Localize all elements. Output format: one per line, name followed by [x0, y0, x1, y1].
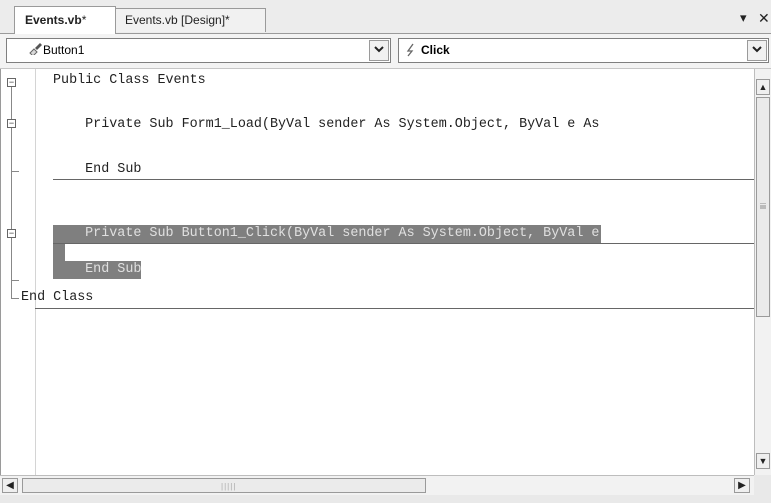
horizontal-scroll-thumb[interactable]: |||||	[22, 478, 426, 493]
object-combo[interactable]: Button1	[6, 38, 391, 63]
lightning-event-icon	[405, 43, 417, 60]
horizontal-scrollbar[interactable]: ◀ ||||| ▶	[0, 475, 754, 495]
dirty-marker: *	[81, 13, 87, 27]
code-line-selected[interactable]: End Sub	[53, 261, 142, 279]
button-control-icon	[29, 43, 43, 58]
procedure-separator	[53, 179, 755, 180]
indicator-margin-divider	[35, 69, 36, 475]
event-combo-value: Click	[421, 43, 450, 57]
tab-label: Events.vb [Design]*	[125, 13, 230, 27]
scroll-right-icon[interactable]: ▶	[734, 478, 750, 493]
code-line[interactable]: End Class	[21, 289, 93, 307]
close-tab-icon[interactable]: ✕	[758, 10, 770, 27]
tab-list-dropdown-icon[interactable]: ▾	[740, 10, 747, 26]
collapse-form1-load-icon[interactable]: −	[7, 119, 16, 128]
document-tab-strip: Events.vb* Events.vb [Design]* ▾ ✕	[0, 0, 771, 34]
collapse-button1-click-icon[interactable]: −	[7, 229, 16, 238]
outline-class-end-tick	[11, 298, 19, 299]
procedure-separator	[53, 243, 755, 244]
outline-sub-end-tick	[11, 280, 19, 281]
code-line[interactable]: End Sub	[53, 161, 141, 179]
code-line-selected[interactable]: Private Sub Button1_Click(ByVal sender A…	[53, 225, 602, 243]
vertical-scroll-thumb[interactable]	[756, 97, 770, 317]
object-combo-dropdown-icon[interactable]	[369, 40, 389, 61]
vertical-scrollbar[interactable]: ▲ ▼	[754, 69, 771, 475]
scroll-down-icon[interactable]: ▼	[756, 453, 770, 469]
outline-sub-end-tick	[11, 171, 19, 172]
bottom-strip	[0, 495, 771, 503]
code-line[interactable]: Private Sub Form1_Load(ByVal sender As S…	[53, 116, 599, 134]
tab-label: Events.vb	[25, 13, 82, 27]
tab-events-vb[interactable]: Events.vb*	[14, 6, 116, 34]
event-combo[interactable]: Click	[398, 38, 769, 63]
grip-icon	[760, 203, 766, 205]
collapse-class-icon[interactable]: −	[7, 78, 16, 87]
object-combo-value: Button1	[43, 43, 85, 57]
scroll-up-icon[interactable]: ▲	[756, 79, 770, 95]
code-line[interactable]: Public Class Events	[53, 72, 206, 90]
code-navigation-bar: Button1 Click	[0, 34, 771, 69]
scrollbar-corner	[754, 475, 771, 495]
class-end-separator	[35, 308, 755, 309]
scroll-left-icon[interactable]: ◀	[2, 478, 18, 493]
tab-events-vb-design[interactable]: Events.vb [Design]*	[114, 8, 266, 32]
code-editor[interactable]: − − − Public Class Events Private Sub Fo…	[0, 69, 755, 475]
event-combo-dropdown-icon[interactable]	[747, 40, 767, 61]
grip-icon: |||||	[221, 482, 237, 491]
